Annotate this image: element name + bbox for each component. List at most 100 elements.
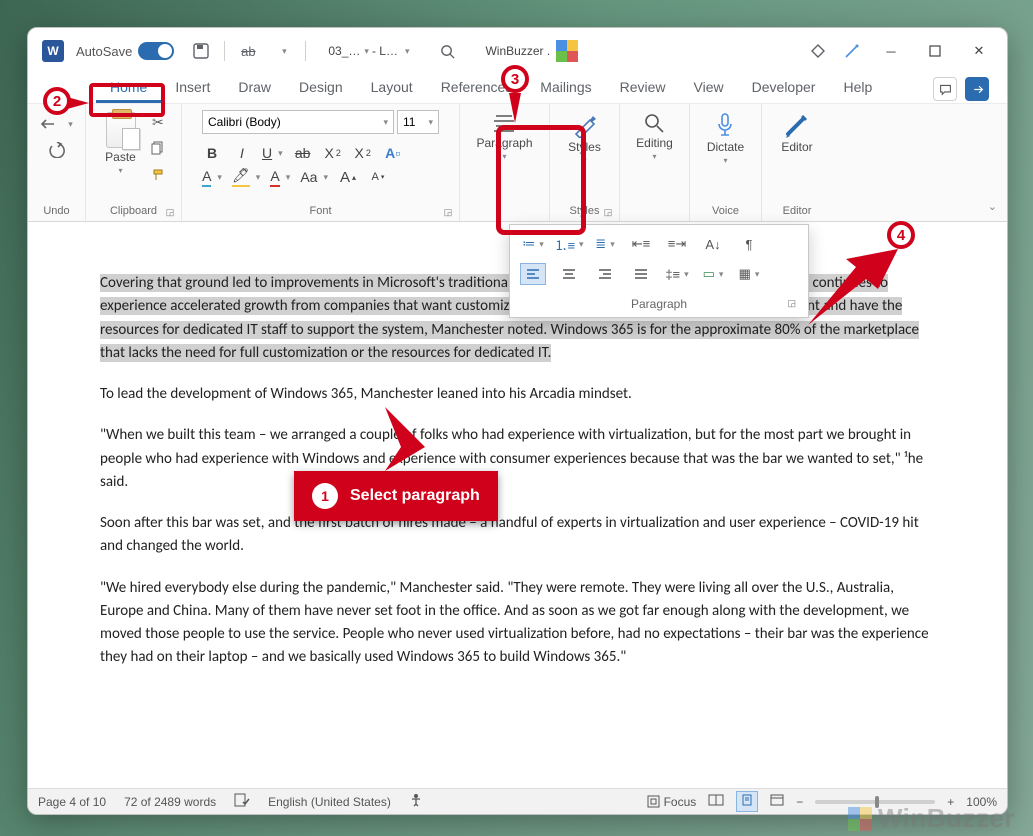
strikethrough-qat-icon[interactable]: ab	[234, 37, 262, 65]
collapse-ribbon-icon[interactable]: ⌄	[988, 200, 997, 213]
paragraph-dialog-launcher-icon[interactable]: ◲	[787, 298, 796, 309]
copy-icon[interactable]	[148, 141, 168, 158]
align-center-button[interactable]	[556, 263, 582, 285]
redo-button[interactable]	[47, 142, 67, 158]
paragraph[interactable]: "When we built this team – we arranged a…	[100, 424, 935, 494]
decrease-indent-button[interactable]: ⇤≡	[628, 233, 654, 255]
editor-icon	[784, 112, 810, 138]
subscript-button[interactable]: X2	[323, 145, 343, 161]
font-size-combo[interactable]: 11▾	[397, 110, 439, 134]
tab-review[interactable]: Review	[606, 73, 680, 103]
tab-help[interactable]: Help	[829, 73, 886, 103]
saved-caret-icon[interactable]: ▾	[405, 46, 410, 57]
font-fill-button[interactable]: A▾	[202, 168, 222, 187]
paragraph-flyout: ≔▾ ⒈≡▾ ≣▾ ⇤≡ ≡⇥ A↓ ¶ ‡≡▾ ▭▾ ▦▾ Para	[509, 224, 809, 318]
qat-separator	[224, 41, 225, 61]
underline-button[interactable]: U▾	[262, 145, 283, 161]
voice-group-label: Voice	[698, 205, 753, 219]
status-bar: Page 4 of 10 72 of 2489 words English (U…	[28, 788, 1007, 814]
diamond-icon[interactable]	[804, 37, 832, 65]
zoom-out-button[interactable]: −	[796, 795, 803, 809]
close-button[interactable]: ✕	[957, 29, 1001, 73]
numbering-button[interactable]: ⒈≡▾	[556, 233, 582, 255]
accessibility-icon[interactable]	[409, 793, 423, 810]
undo-button[interactable]: ▾	[40, 116, 73, 132]
qat-overflow-icon[interactable]: ▾	[268, 37, 296, 65]
paragraph-group-button[interactable]: Paragraph ▾	[470, 110, 538, 163]
clipboard-dialog-launcher-icon[interactable]: ◲	[163, 205, 177, 219]
share-button[interactable]	[965, 77, 989, 101]
read-mode-icon[interactable]	[708, 794, 724, 809]
format-painter-icon[interactable]	[148, 168, 168, 185]
paste-button[interactable]: Paste ▾	[99, 110, 142, 177]
status-page[interactable]: Page 4 of 10	[38, 795, 106, 809]
tab-developer[interactable]: Developer	[738, 73, 830, 103]
tab-design[interactable]: Design	[285, 73, 357, 103]
dictate-button[interactable]: Dictate ▾	[701, 110, 750, 167]
paragraph[interactable]: Soon after this bar was set, and the fir…	[100, 512, 935, 559]
spellcheck-icon[interactable]	[234, 793, 250, 810]
annotation-number-2: 2	[43, 87, 71, 115]
font-dialog-launcher-icon[interactable]: ◲	[441, 205, 455, 219]
user-logo-icon[interactable]	[553, 37, 581, 65]
multilevel-list-button[interactable]: ≣▾	[592, 233, 618, 255]
tab-layout[interactable]: Layout	[357, 73, 427, 103]
file-name-short[interactable]: 03_…	[328, 44, 360, 58]
styles-button[interactable]: Styles ▾	[562, 110, 607, 167]
minimize-button[interactable]: ─	[869, 29, 913, 73]
account-name[interactable]: WinBuzzer .	[485, 44, 550, 58]
justify-button[interactable]	[628, 263, 654, 285]
focus-mode-button[interactable]: Focus	[647, 795, 696, 809]
status-words[interactable]: 72 of 2489 words	[124, 795, 216, 809]
text-effects-button[interactable]: A▫	[383, 145, 403, 161]
undo-group-label: Undo	[36, 205, 77, 219]
print-layout-icon[interactable]	[736, 791, 758, 812]
bullets-button[interactable]: ≔▾	[520, 233, 546, 255]
editor-button[interactable]: Editor	[775, 110, 818, 156]
paragraph[interactable]: "We hired everybody else during the pand…	[100, 577, 935, 670]
word-app-icon: W	[42, 40, 64, 62]
tab-mailings[interactable]: Mailings	[526, 73, 605, 103]
shrink-font-button[interactable]: A▾	[368, 171, 388, 183]
align-right-button[interactable]	[592, 263, 618, 285]
highlight-button[interactable]: 🖊▾	[232, 167, 260, 187]
comments-button[interactable]	[933, 77, 957, 101]
cut-icon[interactable]: ✂	[148, 114, 168, 131]
maximize-button[interactable]	[913, 29, 957, 73]
sort-button[interactable]: A↓	[700, 233, 726, 255]
font-name-combo[interactable]: Calibri (Body)▾	[202, 110, 394, 134]
tab-insert[interactable]: Insert	[161, 73, 224, 103]
tab-view[interactable]: View	[680, 73, 738, 103]
filename-caret-icon[interactable]: ▾	[364, 46, 369, 57]
zoom-slider[interactable]	[815, 800, 935, 804]
change-case-button[interactable]: Aa▾	[300, 169, 328, 185]
line-spacing-button[interactable]: ‡≡▾	[664, 263, 690, 285]
editing-button[interactable]: Editing ▾	[630, 110, 679, 163]
tab-home[interactable]: Home	[96, 73, 161, 103]
web-layout-icon[interactable]	[770, 794, 784, 809]
zoom-in-button[interactable]: +	[947, 795, 954, 809]
borders-button[interactable]: ▦▾	[736, 263, 762, 285]
bold-button[interactable]: B	[202, 145, 222, 161]
paragraph[interactable]: To lead the development of Windows 365, …	[100, 383, 935, 406]
autosave-toggle[interactable]	[138, 42, 174, 60]
tab-draw[interactable]: Draw	[224, 73, 285, 103]
wand-icon[interactable]	[838, 37, 866, 65]
strikethrough-button[interactable]: ab	[293, 145, 313, 161]
increase-indent-button[interactable]: ≡⇥	[664, 233, 690, 255]
search-icon[interactable]	[433, 37, 461, 65]
show-marks-button[interactable]: ¶	[736, 233, 762, 255]
grow-font-button[interactable]: A▴	[338, 169, 358, 186]
save-icon[interactable]	[187, 37, 215, 65]
status-language[interactable]: English (United States)	[268, 795, 391, 809]
align-left-button[interactable]	[520, 263, 546, 285]
shading-button[interactable]: ▭▾	[700, 263, 726, 285]
zoom-level[interactable]: 100%	[966, 795, 997, 809]
styles-dialog-launcher-icon[interactable]: ◲	[601, 205, 615, 219]
font-color-button[interactable]: A▾	[270, 168, 290, 187]
superscript-button[interactable]: X2	[353, 145, 373, 161]
autosave-label: AutoSave	[76, 44, 132, 59]
clipboard-group-label: Clipboard◲	[94, 205, 173, 219]
italic-button[interactable]: I	[232, 145, 252, 161]
find-icon	[643, 112, 665, 134]
